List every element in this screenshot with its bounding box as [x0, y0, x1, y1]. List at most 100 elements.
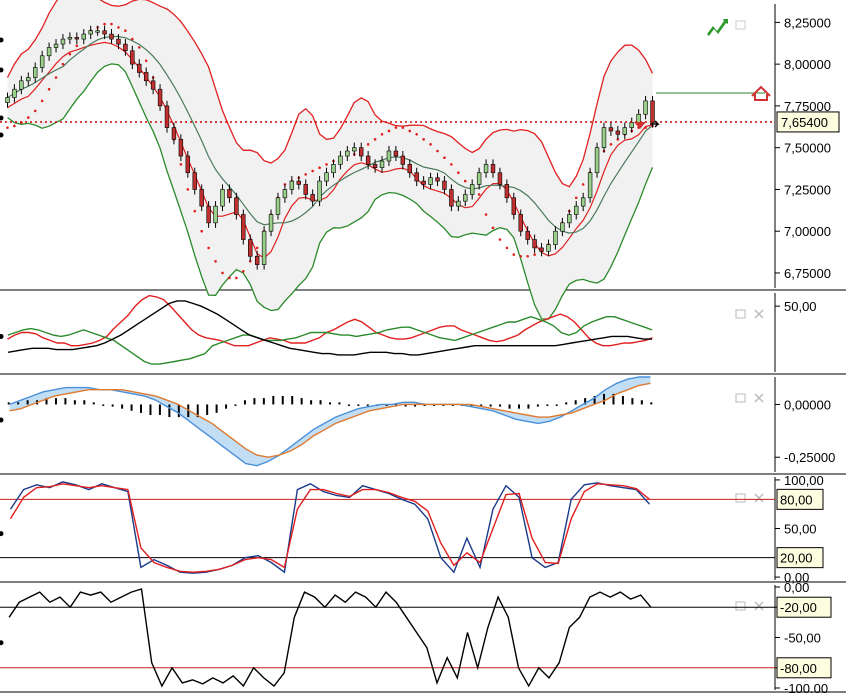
candle: [150, 80, 156, 90]
close-icon[interactable]: [754, 493, 764, 503]
candle: [553, 230, 558, 245]
williams-plot: -20,00 -80,00: [0, 588, 832, 688]
handle-dot[interactable]: [0, 132, 4, 138]
candle: [310, 194, 315, 202]
handle-dot[interactable]: [0, 115, 4, 121]
candle: [234, 197, 239, 215]
restore-icon[interactable]: [735, 393, 746, 403]
sar-dot: [380, 133, 384, 136]
sar-dot: [40, 99, 44, 103]
y-tick-label: 0,00: [784, 580, 809, 595]
restore-icon[interactable]: [735, 601, 746, 611]
sar-dot: [6, 126, 9, 129]
sar-dot: [255, 246, 259, 250]
stoch-plot: 80,00 20,00: [0, 481, 824, 574]
y-tick-label: 7,25000: [784, 182, 831, 197]
candle: [546, 244, 551, 252]
sar-dot: [221, 271, 224, 275]
candle: [60, 38, 66, 45]
sar-dot: [124, 29, 127, 33]
close-icon[interactable]: [754, 601, 764, 611]
sar-dot: [477, 193, 481, 196]
candle: [532, 239, 537, 249]
stoch-series-0: [9, 481, 651, 574]
sar-dot: [408, 129, 412, 133]
sar-dot: [394, 126, 398, 129]
candle: [352, 147, 357, 152]
candle: [53, 43, 59, 48]
candle: [164, 105, 170, 128]
candle: [324, 172, 329, 182]
candle: [130, 50, 135, 65]
candle: [400, 155, 406, 165]
sar-dot: [13, 124, 16, 128]
candle: [157, 88, 163, 107]
candle: [46, 47, 52, 57]
candle: [469, 184, 475, 195]
adx-series-1: [7, 315, 653, 365]
candle: [5, 97, 10, 103]
macd-plot: [0, 376, 653, 467]
candle: [317, 180, 322, 202]
sar-dot: [103, 22, 106, 26]
candle: [393, 150, 399, 157]
candle: [12, 88, 17, 98]
candle: [504, 184, 510, 199]
sar-dot: [54, 76, 58, 79]
handle-dot[interactable]: [0, 37, 4, 43]
candle: [123, 43, 128, 52]
y-tick-label: -50,00: [784, 631, 821, 646]
y-tick-label: 50,00: [784, 522, 817, 537]
candle: [587, 172, 593, 199]
candle: [608, 127, 614, 132]
candle: [525, 230, 530, 240]
sar-dot: [415, 133, 419, 136]
level-label: -20,00: [780, 600, 817, 615]
candle: [421, 180, 426, 185]
candle: [574, 205, 579, 215]
sar-dot: [207, 246, 210, 250]
sar-dot: [186, 188, 190, 191]
candle: [289, 180, 295, 190]
sar-dot: [61, 62, 65, 66]
candle: [615, 130, 621, 135]
handle-dot[interactable]: [0, 67, 4, 73]
candle: [268, 214, 274, 232]
restore-icon[interactable]: [735, 493, 746, 503]
sar-dot: [505, 246, 509, 250]
level-label: 80,00: [780, 492, 813, 507]
candle: [171, 127, 177, 140]
handle-dot[interactable]: [0, 417, 4, 423]
candle: [19, 80, 24, 90]
candle: [206, 205, 211, 224]
candle: [622, 127, 627, 135]
sar-dot: [644, 126, 647, 129]
y-tick-label: 8,25000: [784, 15, 831, 30]
handle-dot[interactable]: [0, 531, 4, 537]
sar-dot: [241, 269, 245, 273]
restore-icon[interactable]: [735, 309, 746, 319]
candle: [303, 184, 308, 195]
candle: [39, 55, 45, 68]
y-tick-label: 50,00: [784, 299, 817, 314]
williams-series-0: [8, 588, 652, 688]
restore-icon[interactable]: [735, 20, 746, 30]
handle-dot[interactable]: [0, 640, 4, 646]
candle: [275, 197, 281, 215]
sar-dot: [214, 259, 217, 263]
sar-dot: [443, 156, 446, 159]
pane-williams: 0,00 -20,00 -50,00 -80,00 -100,00: [0, 580, 846, 693]
handle-dot[interactable]: [0, 333, 4, 339]
green-trend-arrow-icon[interactable]: [707, 19, 728, 36]
candle: [442, 180, 447, 190]
candle: [463, 194, 468, 202]
sar-dot: [179, 163, 183, 166]
sar-dot: [228, 276, 231, 280]
candle: [74, 37, 80, 40]
y-tick-label: 100,00: [784, 473, 824, 488]
candle: [359, 147, 364, 157]
sar-dot: [533, 253, 536, 256]
close-icon[interactable]: [754, 309, 764, 319]
close-icon[interactable]: [754, 393, 764, 403]
sar-dot: [457, 171, 460, 175]
